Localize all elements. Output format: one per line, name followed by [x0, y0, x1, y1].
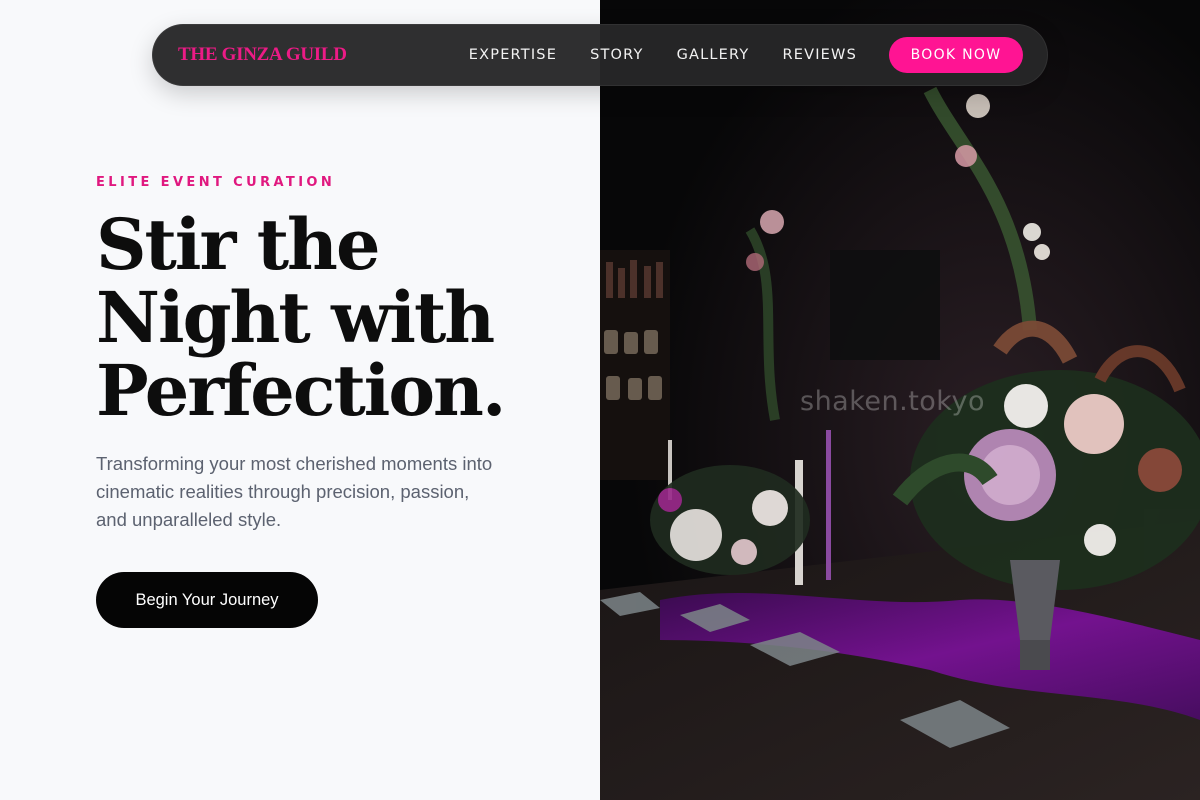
begin-journey-button[interactable]: Begin Your Journey: [96, 572, 318, 628]
headline-line-1: Stir the: [96, 203, 380, 286]
image-watermark: shaken.tokyo: [800, 386, 985, 417]
nav-link-reviews[interactable]: REVIEWS: [782, 47, 857, 63]
nav-link-gallery[interactable]: GALLERY: [677, 47, 750, 63]
headline-line-3: Perfection.: [96, 349, 506, 432]
hero-left-panel: ELITE EVENT CURATION Stir the Night with…: [0, 0, 600, 800]
hero-eyebrow: ELITE EVENT CURATION: [96, 175, 336, 190]
nav-link-expertise[interactable]: EXPERTISE: [469, 47, 557, 63]
nav-links: EXPERTISE STORY GALLERY REVIEWS BOOK NOW: [469, 37, 1023, 73]
nav-link-story[interactable]: STORY: [590, 47, 643, 63]
hero-subtext: Transforming your most cherished moments…: [96, 453, 493, 530]
hero-image-panel: shaken.tokyo: [600, 0, 1200, 800]
hero-headline: Stir the Night with Perfection.: [96, 208, 566, 427]
headline-line-2: Night with: [96, 276, 495, 359]
book-now-button[interactable]: BOOK NOW: [889, 37, 1023, 73]
top-navigation-bar: THE GINZA GUILD EXPERTISE STORY GALLERY …: [152, 24, 1048, 86]
brand-logo[interactable]: THE GINZA GUILD: [178, 44, 347, 66]
